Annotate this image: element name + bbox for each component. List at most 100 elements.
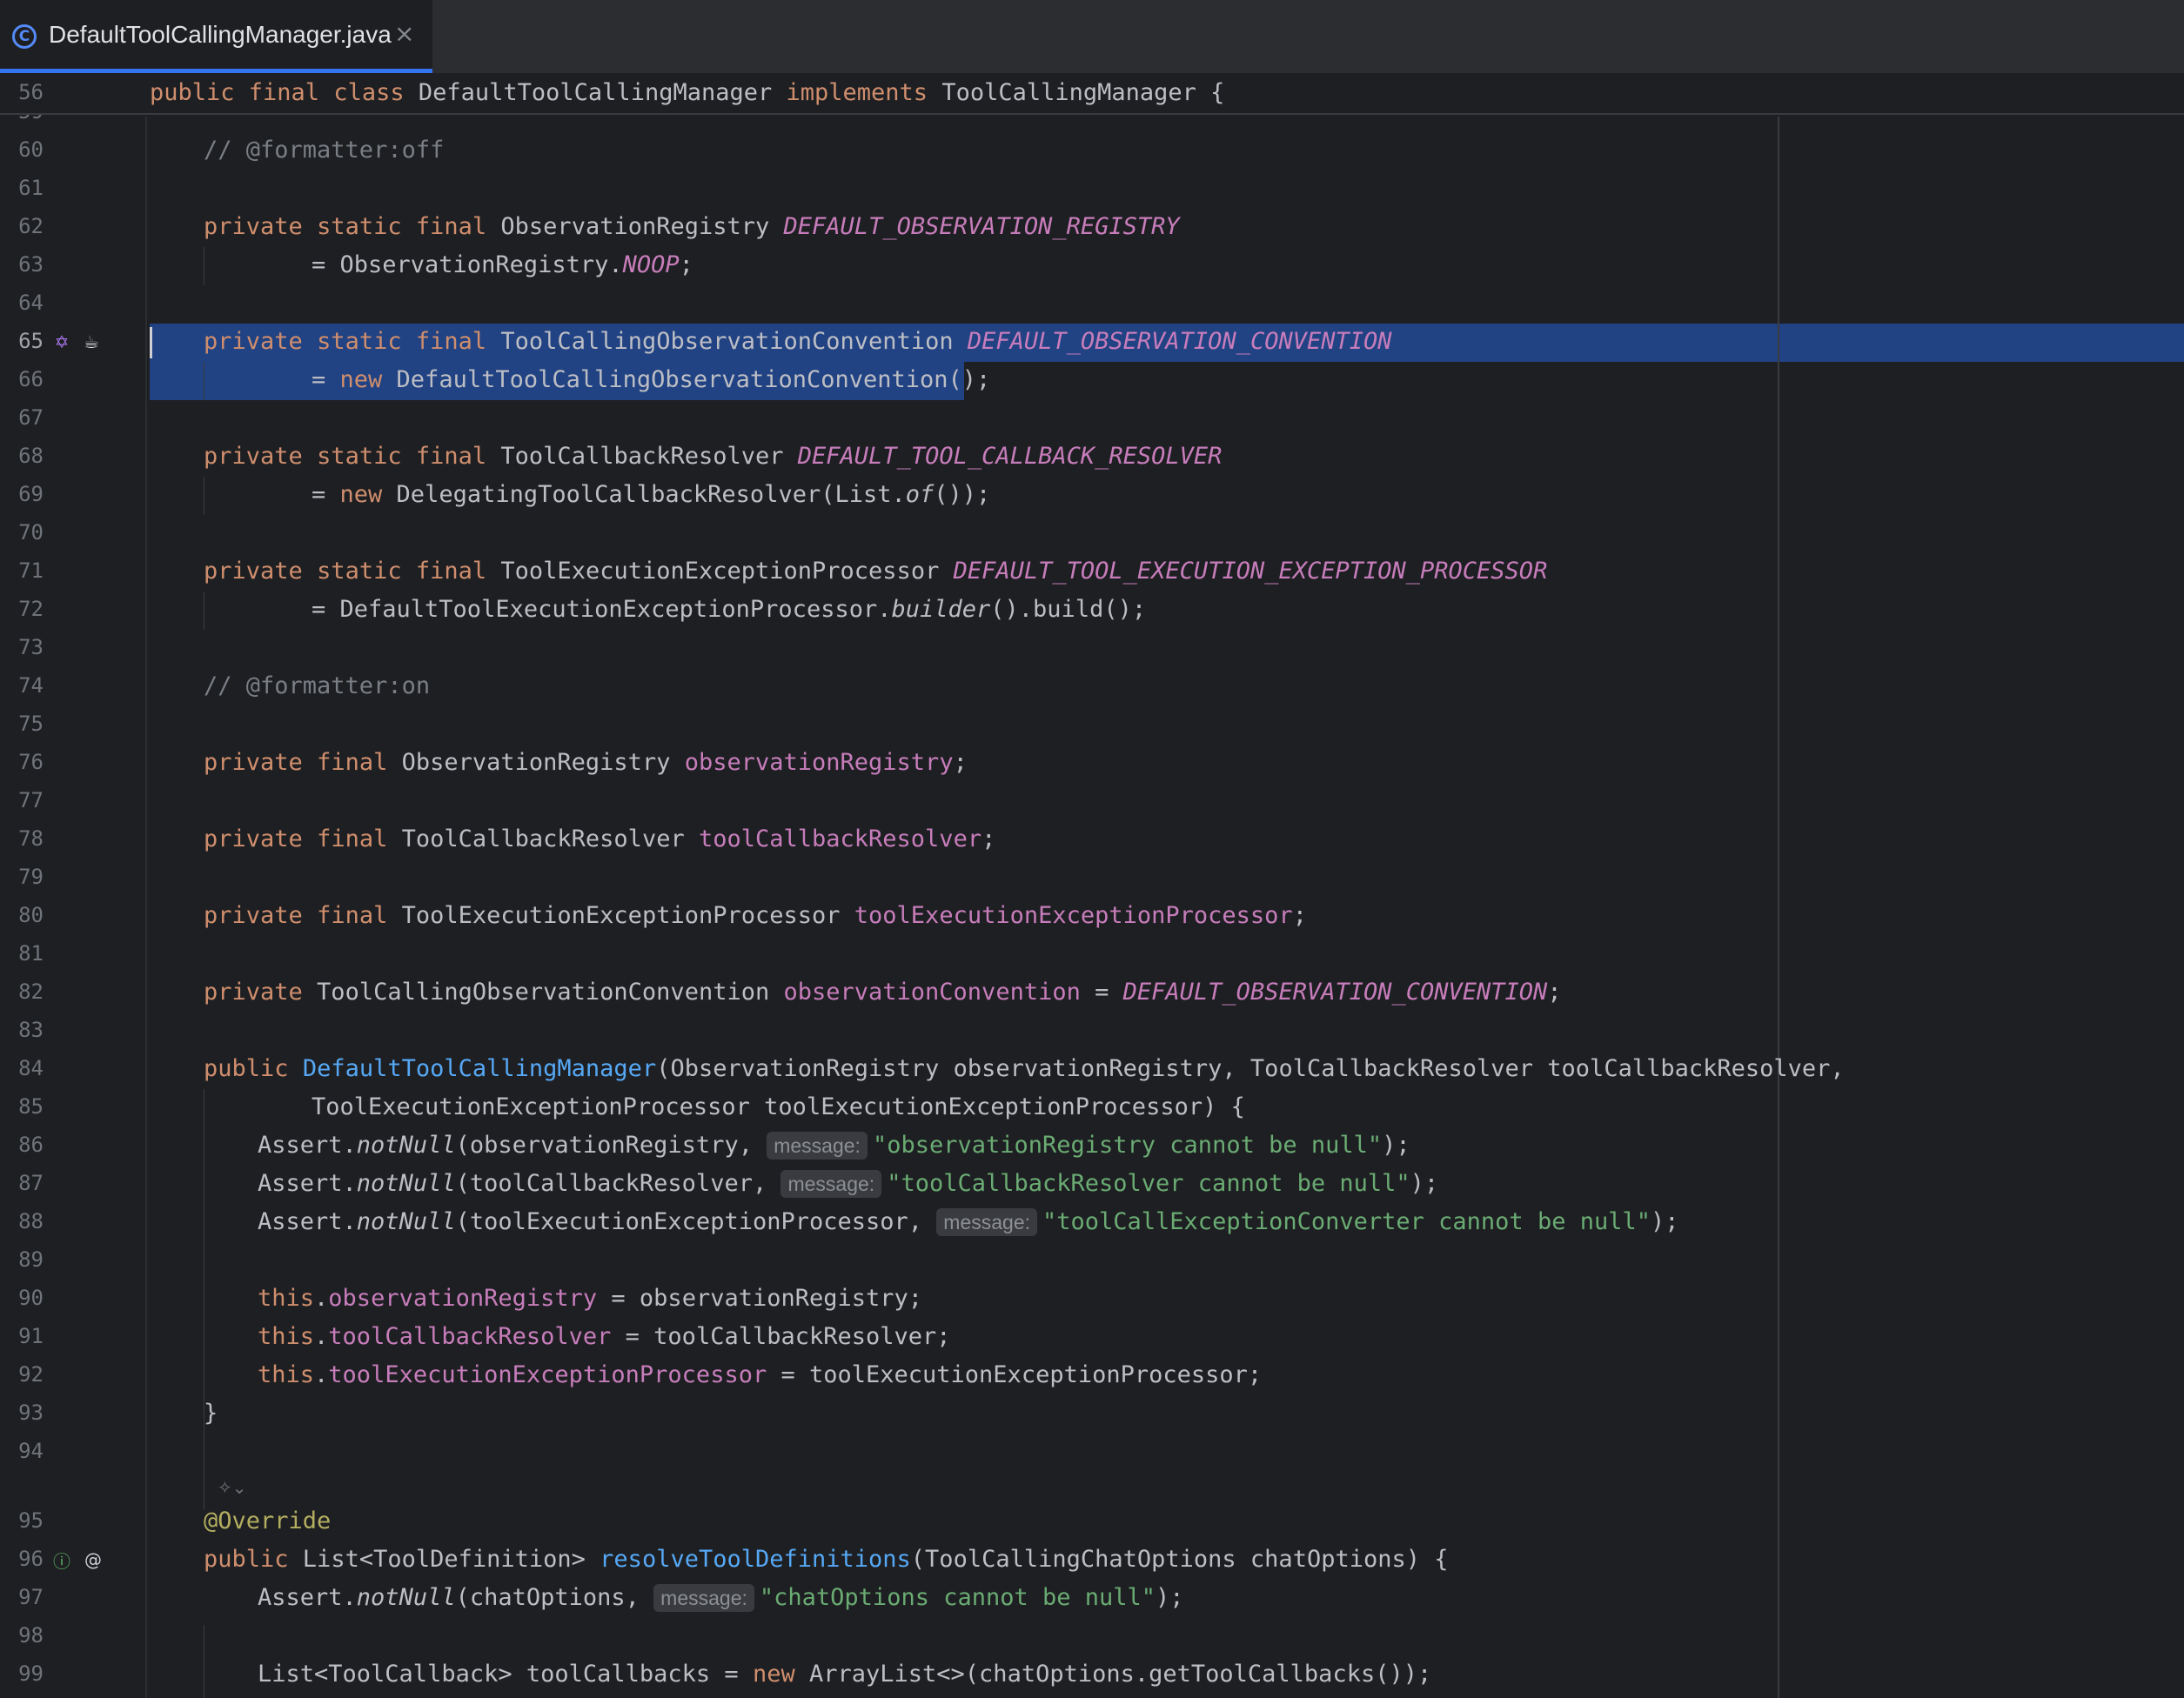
code-line[interactable]: 90 this.observationRegistry = observatio… <box>0 1280 2184 1319</box>
tab-label: DefaultToolCallingManager.java <box>49 21 392 48</box>
code-line[interactable]: 87 Assert.notNull(toolCallbackResolver, … <box>0 1166 2184 1204</box>
code-line[interactable]: 61 <box>0 170 2184 209</box>
code-text: private final ToolCallbackResolver toolC… <box>204 826 996 852</box>
line-number: 56 <box>18 80 44 104</box>
code-text: ToolExecutionExceptionProcessor toolExec… <box>312 1093 1245 1120</box>
code-text: private static final ObservationRegistry… <box>204 213 1180 240</box>
line-number: 73 <box>18 635 44 659</box>
java-class-icon: C <box>12 24 37 49</box>
line-number: 99 <box>18 1661 44 1686</box>
code-line[interactable]: 82 private ToolCallingObservationConvent… <box>0 974 2184 1013</box>
sticky-code: public final class DefaultToolCallingMan… <box>150 79 1225 106</box>
code-line[interactable]: 73 <box>0 630 2184 668</box>
code-line[interactable]: 92 this.toolExecutionExceptionProcessor … <box>0 1357 2184 1395</box>
code-text: } <box>204 1400 218 1427</box>
code-line[interactable]: 68 private static final ToolCallbackReso… <box>0 438 2184 477</box>
ai-assistant-icon[interactable]: ✡ <box>50 331 73 353</box>
code-editor[interactable]: 59 60 // @formatter:off 61 62 private st… <box>0 113 2184 1698</box>
code-text: private static final ToolExecutionExcept… <box>204 558 1548 585</box>
line-number: 86 <box>18 1133 44 1157</box>
code-line[interactable]: 98 <box>0 1618 2184 1656</box>
line-number: 63 <box>18 252 44 277</box>
parameter-hint: message: <box>936 1208 1037 1236</box>
gutter-divider <box>145 117 147 1698</box>
code-line-selected[interactable]: 66 = new DefaultToolCallingObservationCo… <box>0 362 2184 400</box>
code-line[interactable]: 83 <box>0 1013 2184 1051</box>
code-line[interactable]: 85 ToolExecutionExceptionProcessor toolE… <box>0 1089 2184 1127</box>
bean-icon[interactable]: ☕ <box>80 331 103 353</box>
code-line[interactable]: 84 public DefaultToolCallingManager(Obse… <box>0 1051 2184 1089</box>
line-number: 70 <box>18 520 44 545</box>
code-line[interactable]: 96 ⓘ @ public List<ToolDefinition> resol… <box>0 1541 2184 1580</box>
code-text: List<ToolCallback> toolCallbacks = new A… <box>258 1661 1432 1688</box>
code-line[interactable]: 75 <box>0 706 2184 745</box>
line-number: 61 <box>18 176 44 200</box>
comment: // @formatter:on <box>204 672 431 699</box>
code-line[interactable]: 72 = DefaultToolExecutionExceptionProces… <box>0 592 2184 630</box>
line-number: 79 <box>18 865 44 889</box>
code-line[interactable]: 81 <box>0 936 2184 974</box>
code-line[interactable]: 99 List<ToolCallback> toolCallbacks = ne… <box>0 1656 2184 1695</box>
code-line[interactable]: 69 = new DelegatingToolCallbackResolver(… <box>0 477 2184 515</box>
code-line[interactable]: 97 Assert.notNull(chatOptions, message: "… <box>0 1580 2184 1618</box>
line-number: 91 <box>18 1324 44 1348</box>
code-line[interactable]: 64 <box>0 285 2184 324</box>
line-number: 82 <box>18 979 44 1004</box>
override-marker-icon[interactable]: @ <box>82 1548 104 1571</box>
parameter-hint: message: <box>767 1132 868 1160</box>
line-number: 89 <box>18 1247 44 1272</box>
line-number: 81 <box>18 941 44 966</box>
line-number: 78 <box>18 826 44 851</box>
parameter-hint: message: <box>653 1584 754 1612</box>
code-line[interactable]: 80 private final ToolExecutionExceptionP… <box>0 898 2184 936</box>
code-line[interactable]: 74 // @formatter:on <box>0 668 2184 706</box>
line-number: 85 <box>18 1094 44 1119</box>
code-line[interactable]: 60 // @formatter:off <box>0 132 2184 170</box>
code-line-selected[interactable]: 65 ✡ ☕ private static final ToolCallingO… <box>0 324 2184 362</box>
line-number: 60 <box>18 137 44 162</box>
code-line[interactable]: 93 } <box>0 1395 2184 1434</box>
line-number: 72 <box>18 597 44 621</box>
sticky-scope-header[interactable]: 56 public final class DefaultToolCalling… <box>0 75 2184 115</box>
code-line[interactable]: 59 <box>0 113 2184 132</box>
code-line[interactable]: 62 private static final ObservationRegis… <box>0 209 2184 247</box>
line-number: 96 <box>18 1547 44 1571</box>
code-line[interactable]: 95 @Override <box>0 1503 2184 1541</box>
code-line[interactable]: 63 = ObservationRegistry.NOOP; <box>0 247 2184 285</box>
text-caret <box>150 327 152 358</box>
code-line[interactable]: 78 private final ToolCallbackResolver to… <box>0 821 2184 859</box>
code-line[interactable]: 76 private final ObservationRegistry obs… <box>0 745 2184 783</box>
annotation: @Override <box>204 1507 332 1534</box>
code-line[interactable]: 91 this.toolCallbackResolver = toolCallb… <box>0 1319 2184 1357</box>
editor-tab-bar: C DefaultToolCallingManager.java × <box>0 0 2184 75</box>
line-number: 80 <box>18 903 44 927</box>
line-number: 87 <box>18 1171 44 1195</box>
line-number: 90 <box>18 1286 44 1310</box>
line-number: 76 <box>18 750 44 774</box>
code-line[interactable]: 94 <box>0 1434 2184 1472</box>
line-number: 62 <box>18 214 44 238</box>
code-line[interactable]: 89 <box>0 1242 2184 1280</box>
code-text: Assert.notNull(chatOptions, message: "cha… <box>258 1584 1184 1612</box>
code-line[interactable]: 79 <box>0 859 2184 898</box>
code-line[interactable]: 77 <box>0 783 2184 821</box>
line-number: 65 <box>18 329 44 353</box>
code-text: private static final ToolCallingObservat… <box>204 328 1392 355</box>
tab-default-tool-calling-manager[interactable]: C DefaultToolCallingManager.java × <box>0 0 432 73</box>
code-line[interactable]: 70 <box>0 515 2184 553</box>
ai-sparkle-icon[interactable]: ✧⌄ <box>218 1477 247 1498</box>
line-number: 66 <box>18 367 44 391</box>
active-tab-indicator <box>0 69 432 73</box>
code-text: Assert.notNull(observationRegistry, mess… <box>258 1132 1410 1160</box>
line-number: 71 <box>18 558 44 583</box>
implements-icon[interactable]: ⓘ <box>50 1548 73 1572</box>
code-text: this.observationRegistry = observationRe… <box>258 1285 923 1312</box>
code-line[interactable]: 67 <box>0 400 2184 438</box>
code-line[interactable]: 71 private static final ToolExecutionExc… <box>0 553 2184 592</box>
code-line[interactable]: 86 Assert.notNull(observationRegistry, m… <box>0 1127 2184 1166</box>
code-text: = DefaultToolExecutionExceptionProcessor… <box>312 596 1147 623</box>
line-number: 75 <box>18 712 44 736</box>
line-number: 68 <box>18 444 44 468</box>
code-line[interactable]: 88 Assert.notNull(toolExecutionException… <box>0 1204 2184 1242</box>
close-icon[interactable]: × <box>394 19 414 48</box>
